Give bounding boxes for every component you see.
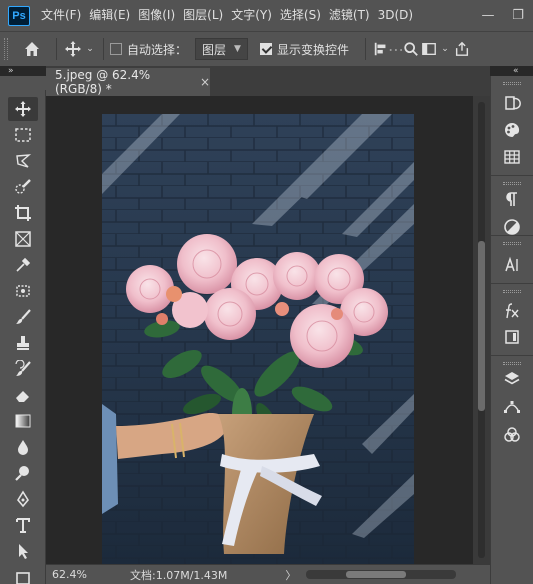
- menu-image[interactable]: 图像(I): [134, 0, 179, 31]
- collapse-left-button[interactable]: »: [8, 66, 38, 76]
- search-icon[interactable]: [402, 41, 420, 57]
- document-info: 文档:1.07M/1.43M: [130, 568, 228, 582]
- menu-layer[interactable]: 图层(L): [179, 0, 227, 31]
- panel-grip[interactable]: [503, 362, 521, 365]
- collapse-right-button[interactable]: «: [513, 66, 529, 76]
- channels-icon[interactable]: [501, 424, 523, 446]
- toolbar-header: [0, 76, 46, 90]
- chevron-down-icon[interactable]: ⌄: [83, 44, 97, 54]
- home-icon[interactable]: [14, 40, 50, 58]
- horizontal-scrollbar[interactable]: [306, 570, 457, 579]
- status-menu-arrow[interactable]: 〉: [285, 567, 296, 583]
- paragraph-icon[interactable]: [501, 188, 523, 210]
- panel-grip[interactable]: [503, 82, 521, 85]
- libraries-icon[interactable]: [501, 326, 523, 348]
- menu-edit[interactable]: 编辑(E): [85, 0, 134, 31]
- menu-bar: Ps 文件(F) 编辑(E) 图像(I) 图层(L) 文字(Y) 选择(S) 滤…: [0, 0, 533, 31]
- move-tool-icon[interactable]: [8, 97, 38, 121]
- workspace-icon[interactable]: [420, 41, 438, 57]
- auto-select-target-dropdown[interactable]: 图层 ▼: [195, 38, 248, 60]
- character-icon[interactable]: [501, 254, 523, 276]
- restore-button[interactable]: ❐: [503, 0, 533, 31]
- document-tab-bar: 5.jpeg @ 62.4%(RGB/8) * ×: [46, 66, 490, 96]
- rectangle-tool-icon[interactable]: [8, 564, 38, 584]
- eraser-tool-icon[interactable]: [8, 383, 38, 407]
- panel-grip[interactable]: [503, 182, 521, 185]
- layers-icon[interactable]: [501, 368, 523, 390]
- window-controls: — ❐: [473, 0, 533, 31]
- menu-3d[interactable]: 3D(D): [374, 0, 417, 31]
- type-tool-icon[interactable]: [8, 513, 38, 537]
- canvas-area[interactable]: [46, 96, 473, 564]
- menu-file[interactable]: 文件(F): [37, 0, 85, 31]
- zoom-level[interactable]: 62.4%: [52, 568, 90, 581]
- panel-group-4: [491, 284, 533, 356]
- chevron-down-icon[interactable]: ⌄: [438, 44, 452, 54]
- rectangular-marquee-tool-icon[interactable]: [8, 123, 38, 147]
- tools-panel: [0, 90, 46, 584]
- flower-bouquet-photo: [102, 114, 414, 564]
- panel-grip[interactable]: [503, 242, 521, 245]
- auto-select-label: 自动选择：: [127, 42, 188, 57]
- panel-group-2: [491, 176, 533, 236]
- paths-icon[interactable]: [501, 396, 523, 418]
- show-transform-checkbox[interactable]: [259, 43, 272, 55]
- separator: [56, 38, 57, 60]
- horizontal-scrollbar-thumb[interactable]: [346, 571, 407, 578]
- gradient-tool-icon[interactable]: [8, 409, 38, 433]
- status-bar: 62.4% 文档:1.07M/1.43M 〉: [46, 564, 490, 584]
- vertical-scrollbar[interactable]: [473, 96, 490, 564]
- document-tab[interactable]: 5.jpeg @ 62.4%(RGB/8) * ×: [46, 68, 210, 96]
- minimize-button[interactable]: —: [473, 0, 503, 31]
- eyedropper-tool-icon[interactable]: [8, 253, 38, 277]
- layer-styles-fx-icon[interactable]: [501, 300, 523, 322]
- menu-filter[interactable]: 滤镜(T): [325, 0, 374, 31]
- blur-tool-icon[interactable]: [8, 435, 38, 459]
- right-panel-dock: [490, 76, 533, 584]
- panel-group-3: [491, 236, 533, 284]
- clone-stamp-tool-icon[interactable]: [8, 331, 38, 355]
- photoshop-logo[interactable]: Ps: [8, 5, 30, 26]
- menu-type[interactable]: 文字(Y): [227, 0, 276, 31]
- crop-tool-icon[interactable]: [8, 201, 38, 225]
- auto-select-checkbox[interactable]: [110, 43, 122, 55]
- document-image[interactable]: [102, 114, 414, 564]
- move-tool-preset-icon[interactable]: [63, 40, 83, 58]
- separator: [103, 38, 104, 60]
- scrollbar-thumb[interactable]: [478, 241, 485, 411]
- auto-select-target-value: 图层: [202, 42, 227, 57]
- options-grip[interactable]: [4, 38, 8, 60]
- history-icon[interactable]: [501, 92, 523, 114]
- menu-items: 文件(F) 编辑(E) 图像(I) 图层(L) 文字(Y) 选择(S) 滤镜(T…: [37, 0, 417, 31]
- panel-group-1: [491, 76, 533, 176]
- swatches-icon[interactable]: [501, 146, 523, 168]
- separator: [364, 38, 366, 60]
- options-bar: ⌄ 自动选择： 图层 ▼ 显示变换控件 ⋯ ⌄: [0, 31, 533, 66]
- color-palette-icon[interactable]: [501, 119, 523, 141]
- history-brush-tool-icon[interactable]: [8, 357, 38, 381]
- adjustments-icon[interactable]: [501, 216, 523, 238]
- pen-tool-icon[interactable]: [8, 487, 38, 511]
- menu-select[interactable]: 选择(S): [276, 0, 325, 31]
- close-tab-button[interactable]: ×: [200, 75, 210, 89]
- dodge-tool-icon[interactable]: [8, 461, 38, 485]
- brush-tool-icon[interactable]: [8, 305, 38, 329]
- quick-selection-tool-icon[interactable]: [8, 175, 38, 199]
- share-icon[interactable]: [452, 41, 472, 57]
- show-transform-label: 显示变换控件: [276, 42, 349, 57]
- panel-grip[interactable]: [503, 290, 521, 293]
- more-options-icon[interactable]: ⋯: [388, 40, 404, 59]
- lasso-tool-icon[interactable]: [8, 149, 38, 173]
- frame-tool-icon[interactable]: [8, 227, 38, 251]
- panel-group-5: [491, 356, 533, 456]
- chevron-down-icon: ▼: [234, 44, 241, 54]
- document-tab-title: 5.jpeg @ 62.4%(RGB/8) *: [55, 68, 151, 96]
- path-selection-tool-icon[interactable]: [8, 539, 38, 563]
- spot-healing-brush-tool-icon[interactable]: [8, 279, 38, 303]
